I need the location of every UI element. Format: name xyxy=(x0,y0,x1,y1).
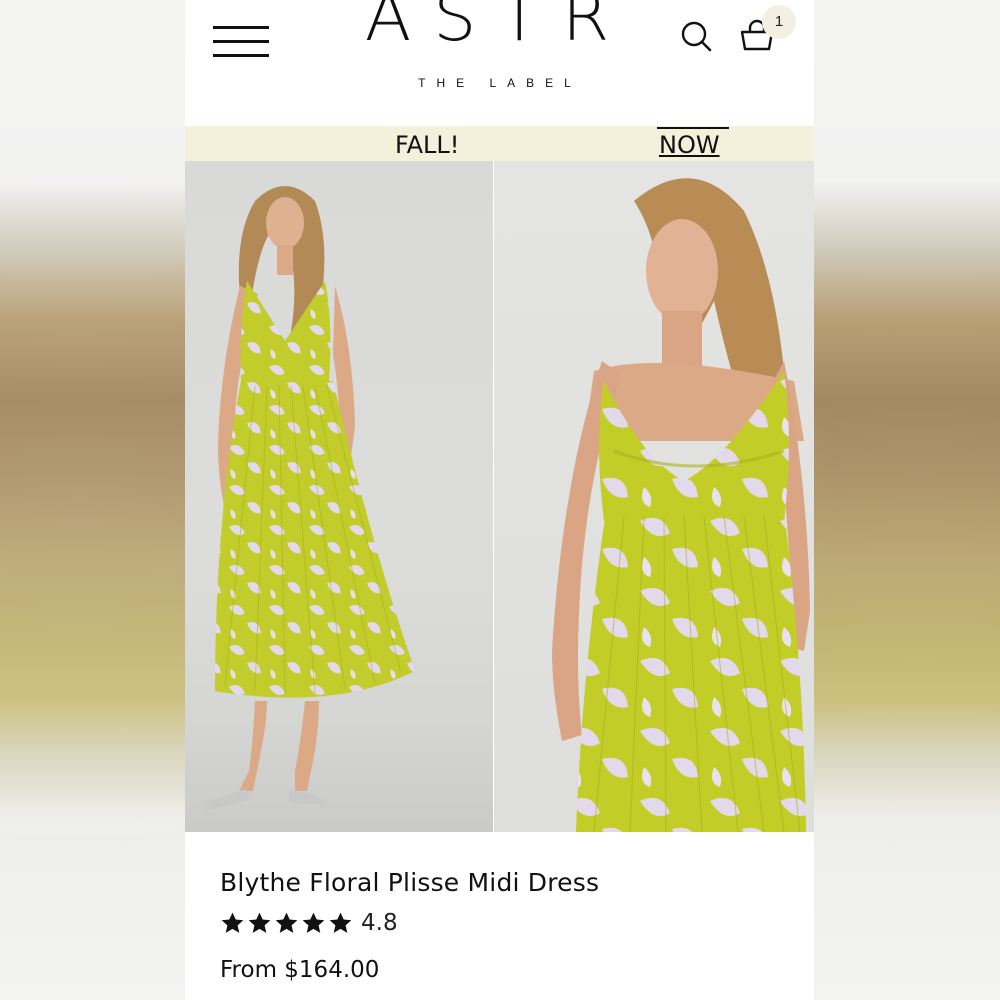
star-icon xyxy=(248,912,271,933)
model-closeup-illustration xyxy=(552,178,810,832)
search-icon[interactable] xyxy=(679,18,715,54)
product-info: Blythe Floral Plisse Midi Dress 4.8 From… xyxy=(185,832,814,1000)
menu-icon[interactable] xyxy=(213,26,269,60)
product-title[interactable]: Blythe Floral Plisse Midi Dress xyxy=(220,868,599,897)
promo-banner: FALL! NOW xyxy=(185,126,814,161)
product-image-closeup[interactable] xyxy=(494,161,814,832)
promo-shop-link[interactable]: NOW xyxy=(659,131,720,159)
promo-text: FALL! xyxy=(395,131,460,159)
cart-count-badge[interactable]: 1 xyxy=(762,5,796,39)
brand-logo[interactable]: ASTR xyxy=(363,0,633,58)
mobile-page: ASTR THE LABEL 1 FALL! NOW Blythe Floral… xyxy=(185,0,814,1000)
product-rating[interactable]: 4.8 xyxy=(220,908,398,938)
star-icon xyxy=(302,912,325,933)
rating-stars xyxy=(220,911,353,936)
star-icon xyxy=(329,912,352,933)
product-price: From $164.00 xyxy=(220,957,380,983)
promo-link-topline xyxy=(657,127,729,129)
product-gallery xyxy=(185,161,814,832)
rating-value: 4.8 xyxy=(361,910,398,936)
brand-tagline: THE LABEL xyxy=(418,76,582,90)
model-full-length-illustration xyxy=(205,186,415,811)
product-image-full-length[interactable] xyxy=(185,161,493,832)
star-icon xyxy=(221,912,244,933)
site-header: ASTR THE LABEL 1 xyxy=(185,0,814,126)
star-icon xyxy=(275,912,298,933)
